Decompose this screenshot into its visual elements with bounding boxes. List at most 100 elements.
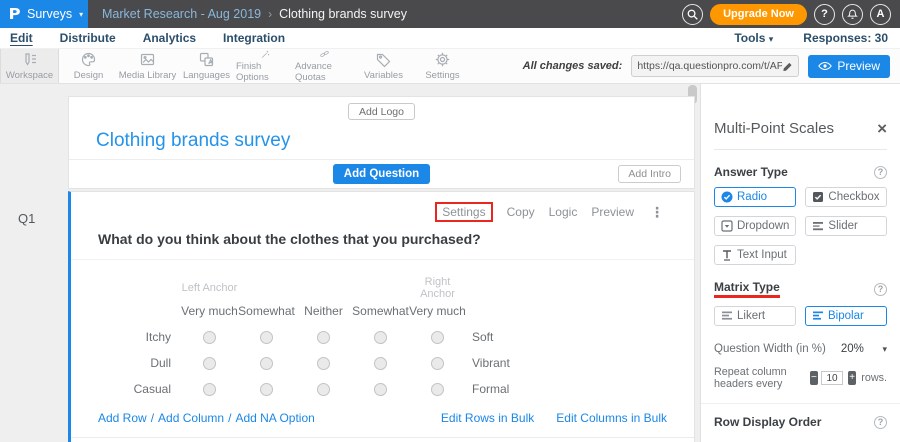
matrix-type-bipolar[interactable]: Bipolar	[805, 306, 887, 326]
help-icon[interactable]: ?	[874, 283, 887, 296]
question-width-label: Question Width (in %)	[714, 343, 826, 355]
tab-distribute[interactable]: Distribute	[60, 31, 116, 45]
radio-button[interactable]	[317, 383, 330, 396]
question-index: Q1	[18, 211, 35, 226]
row-column-links: Add Row/Add Column/Add NA Option	[98, 411, 315, 425]
add-logo-button[interactable]: Add Logo	[348, 103, 415, 120]
answer-type-dropdown[interactable]: Dropdown	[714, 216, 796, 236]
tools-menu[interactable]: Tools ▾	[734, 31, 773, 45]
divider	[701, 403, 900, 404]
more-options-icon[interactable]: ⋮	[650, 204, 664, 221]
module-nav: Edit Distribute Analytics Integration To…	[0, 28, 900, 48]
toolbar-item-advance-quotas[interactable]: Advance Quotas	[295, 49, 354, 83]
matrix-type-options: Likert Bipolar	[714, 306, 887, 326]
product-name: Surveys	[27, 7, 72, 21]
radio-button[interactable]	[203, 331, 216, 344]
survey-header-card: Add Logo Clothing brands survey Add Ques…	[68, 96, 695, 189]
add-row-link[interactable]: Add Row	[98, 411, 147, 425]
question-copy-link[interactable]: Copy	[507, 205, 535, 219]
pencil-icon[interactable]	[782, 61, 793, 72]
add-intro-button[interactable]: Add Intro	[618, 165, 681, 183]
radio-button[interactable]	[203, 357, 216, 370]
toolbar-item-settings[interactable]: Settings	[413, 49, 472, 83]
question-settings-panel: Multi-Point Scales × Answer Type ? Radio…	[700, 84, 900, 442]
upgrade-now-button[interactable]: Upgrade Now	[710, 4, 807, 25]
breadcrumb-folder[interactable]: Market Research - Aug 2019	[102, 7, 261, 21]
panel-title: Multi-Point Scales	[714, 120, 834, 137]
answer-type-text-input[interactable]: Text Input	[714, 245, 796, 265]
radio-button[interactable]	[317, 331, 330, 344]
row-left-label: Itchy	[71, 330, 181, 344]
radio-button[interactable]	[203, 383, 216, 396]
chevron-down-icon[interactable]: ▾	[882, 344, 887, 355]
radio-button[interactable]	[431, 383, 444, 396]
repeat-rows-input[interactable]	[821, 371, 843, 385]
tab-analytics[interactable]: Analytics	[143, 31, 196, 45]
toolbar-item-finish-options[interactable]: Finish Options	[236, 49, 295, 83]
questionpro-logo: P	[8, 5, 20, 23]
avatar[interactable]: A	[870, 4, 891, 25]
responses-link[interactable]: Responses: 30	[803, 31, 888, 45]
survey-title[interactable]: Clothing brands survey	[96, 130, 694, 151]
column-header: Neither	[295, 304, 352, 318]
bipolar-icon	[812, 310, 824, 322]
edit-rows-bulk-link[interactable]: Edit Rows in Bulk	[441, 411, 534, 425]
help-icon[interactable]: ?	[874, 166, 887, 179]
radio-button[interactable]	[374, 383, 387, 396]
translate-icon	[198, 51, 215, 68]
toolbar-item-languages[interactable]: Languages	[177, 49, 236, 83]
breadcrumb: Market Research - Aug 2019 › Clothing br…	[102, 7, 407, 21]
matrix-row: Itchy Soft	[71, 324, 694, 350]
radio-button[interactable]	[374, 331, 387, 344]
radio-button[interactable]	[374, 357, 387, 370]
breadcrumb-separator-icon: ›	[268, 7, 272, 21]
row-right-label: Soft	[466, 330, 694, 344]
toolbar-item-variables[interactable]: Variables	[354, 49, 413, 83]
answer-type-checkbox[interactable]: Checkbox	[805, 187, 887, 207]
top-bar: P Surveys ▾ Market Research - Aug 2019 ›…	[0, 0, 900, 28]
radio-button[interactable]	[260, 383, 273, 396]
radio-button[interactable]	[431, 331, 444, 344]
matrix-type-likert[interactable]: Likert	[714, 306, 796, 326]
save-status: All changes saved:	[523, 60, 623, 72]
notifications-button[interactable]	[842, 4, 863, 25]
close-icon[interactable]: ×	[877, 122, 887, 136]
radio-button[interactable]	[260, 357, 273, 370]
preview-button[interactable]: Preview	[808, 55, 890, 78]
help-icon[interactable]: ?	[874, 416, 887, 429]
answer-type-slider[interactable]: Slider	[805, 216, 887, 236]
answer-type-label: Answer Type	[714, 165, 788, 179]
question-card: Settings Copy Logic Preview ⋮ What do yo…	[68, 191, 695, 442]
row-left-label: Dull	[71, 356, 181, 370]
add-question-button[interactable]: Add Question	[333, 164, 430, 184]
add-column-link[interactable]: Add Column	[158, 411, 224, 425]
decrement-button[interactable]: −	[810, 371, 818, 385]
edit-columns-bulk-link[interactable]: Edit Columns in Bulk	[556, 411, 667, 425]
column-header: Somewhat	[352, 304, 409, 318]
help-button[interactable]: ?	[814, 4, 835, 25]
toolbar-item-workspace[interactable]: Workspace	[0, 49, 59, 83]
add-na-option-link[interactable]: Add NA Option	[235, 411, 314, 425]
chain-links-icon	[316, 49, 333, 59]
radio-check-icon	[721, 191, 733, 203]
question-text[interactable]: What do you think about the clothes that…	[98, 231, 667, 247]
surveys-app-menu[interactable]: P Surveys ▾	[0, 0, 88, 28]
dropdown-icon	[721, 220, 733, 232]
radio-button[interactable]	[260, 331, 273, 344]
toolbar-item-design[interactable]: Design	[59, 49, 118, 83]
question-settings-link[interactable]: Settings	[442, 205, 485, 219]
question-logic-link[interactable]: Logic	[549, 205, 578, 219]
search-button[interactable]	[682, 4, 703, 25]
answer-type-radio[interactable]: Radio	[714, 187, 796, 207]
toolbar-item-media-library[interactable]: Media Library	[118, 49, 177, 83]
question-preview-link[interactable]: Preview	[591, 205, 634, 219]
bulk-edit-links: Edit Rows in Bulk Edit Columns in Bulk	[441, 411, 667, 425]
radio-button[interactable]	[317, 357, 330, 370]
survey-link-input[interactable]	[637, 60, 782, 72]
tab-edit[interactable]: Edit	[10, 31, 33, 45]
editor-toolbar: Workspace Design Media Library Languages…	[0, 48, 900, 84]
radio-button[interactable]	[431, 357, 444, 370]
tab-integration[interactable]: Integration	[223, 31, 285, 45]
increment-button[interactable]: +	[848, 371, 856, 385]
question-width-value[interactable]: 20%	[841, 343, 864, 355]
